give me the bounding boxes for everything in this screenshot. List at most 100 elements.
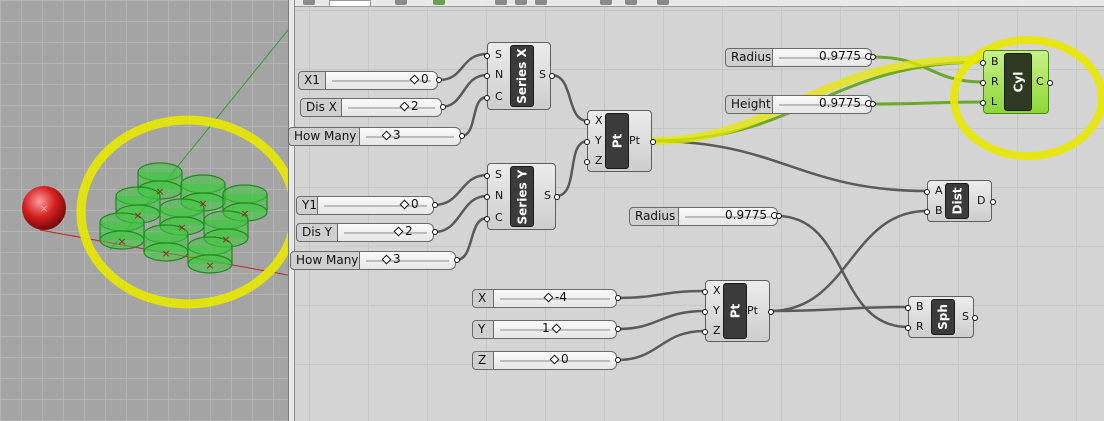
component-series-y[interactable]: Series YSNCS bbox=[484, 163, 560, 230]
slider-grip-icon[interactable] bbox=[543, 292, 554, 302]
output-grip-icon[interactable] bbox=[972, 315, 978, 321]
rhino-viewport[interactable]: × × × × × × × × × × bbox=[0, 0, 288, 421]
output-grip-icon[interactable] bbox=[459, 133, 465, 139]
input-grip-icon[interactable] bbox=[905, 305, 911, 311]
input-grip-icon[interactable] bbox=[924, 209, 930, 215]
input-grip-icon[interactable] bbox=[484, 73, 490, 79]
output-grip-icon[interactable] bbox=[436, 77, 442, 83]
input-label: A bbox=[935, 184, 943, 197]
output-grip-icon[interactable] bbox=[432, 202, 438, 208]
component-pt2[interactable]: Pt X Y Z Pt bbox=[702, 280, 774, 342]
slider-bar[interactable] bbox=[342, 98, 442, 117]
input-label: L bbox=[991, 95, 998, 108]
output-grip-icon[interactable] bbox=[776, 213, 782, 219]
output-grip-icon[interactable] bbox=[554, 194, 560, 200]
input-grip-icon[interactable] bbox=[484, 95, 490, 101]
slider-label: Dis X bbox=[300, 98, 342, 117]
input-grip-icon[interactable] bbox=[484, 53, 490, 59]
output-grip-icon[interactable] bbox=[615, 326, 621, 332]
input-grip-icon[interactable] bbox=[905, 325, 911, 331]
slider-label: X1 bbox=[298, 71, 326, 90]
output-grip-icon[interactable] bbox=[768, 309, 774, 315]
input-grip-icon[interactable] bbox=[484, 216, 490, 222]
input-label: Z bbox=[713, 324, 721, 337]
output-grip-icon[interactable] bbox=[870, 54, 876, 60]
component-name: Pt bbox=[723, 283, 747, 339]
toolbar-icon[interactable] bbox=[625, 0, 637, 5]
component-name: Series Y bbox=[510, 166, 534, 227]
slider-grip-icon[interactable] bbox=[399, 101, 410, 111]
slider-grip-icon[interactable] bbox=[381, 254, 392, 264]
output-grip-icon[interactable] bbox=[870, 101, 876, 107]
input-label: Y bbox=[713, 304, 720, 317]
slider-value: 0 bbox=[548, 351, 569, 368]
component-name: Series X bbox=[510, 45, 534, 107]
input-label: B bbox=[916, 300, 924, 313]
input-grip-icon[interactable] bbox=[484, 173, 490, 179]
slider-bar[interactable] bbox=[338, 223, 434, 242]
output-grip-icon[interactable] bbox=[615, 357, 621, 363]
component-sph[interactable]: Sph B R S bbox=[905, 296, 978, 338]
viewport-geometry: × × × × × × × × × × bbox=[22, 29, 288, 309]
slider-label: Y1 bbox=[296, 196, 318, 215]
component-series-x[interactable]: Series XSNCS bbox=[484, 42, 555, 110]
output-grip-icon[interactable] bbox=[432, 229, 438, 235]
slider-grip-icon[interactable] bbox=[551, 323, 562, 333]
toolbar-zoom-field[interactable] bbox=[329, 0, 371, 7]
component-pt1[interactable]: Pt X Y Z Pt bbox=[584, 110, 656, 172]
svg-text:×: × bbox=[240, 207, 249, 220]
output-grip-icon[interactable] bbox=[440, 104, 446, 110]
output-grip-icon[interactable] bbox=[615, 295, 621, 301]
svg-text:×: × bbox=[133, 209, 142, 222]
component-dist[interactable]: Dist A B D bbox=[924, 180, 996, 222]
input-grip-icon[interactable] bbox=[924, 189, 930, 195]
input-grip-icon[interactable] bbox=[702, 329, 708, 335]
input-grip-icon[interactable] bbox=[980, 80, 986, 86]
output-grip-icon[interactable] bbox=[990, 199, 996, 205]
panel-splitter[interactable] bbox=[288, 0, 295, 421]
output-grip-icon[interactable] bbox=[454, 257, 460, 263]
slider-grip-icon[interactable] bbox=[409, 74, 420, 84]
svg-text:×: × bbox=[161, 247, 170, 260]
slider-bar[interactable] bbox=[360, 127, 461, 146]
slider-grip-icon[interactable] bbox=[399, 199, 410, 209]
slider-bar[interactable] bbox=[360, 251, 456, 270]
input-label: Z bbox=[595, 154, 603, 167]
slider-grip-icon[interactable] bbox=[549, 354, 560, 364]
slider-label: How Manyy bbox=[290, 251, 360, 270]
input-grip-icon[interactable] bbox=[702, 309, 708, 315]
component-cyl[interactable]: Cyl B R L C bbox=[980, 50, 1053, 114]
output-grip-icon[interactable] bbox=[1047, 80, 1053, 86]
slider-value: -4 bbox=[542, 289, 567, 306]
input-grip-icon[interactable] bbox=[584, 119, 590, 125]
input-grip-icon[interactable] bbox=[584, 139, 590, 145]
input-grip-icon[interactable] bbox=[702, 289, 708, 295]
toolbar-icon[interactable] bbox=[395, 0, 407, 5]
canvas-toolbar bbox=[295, 0, 1104, 7]
toolbar-icon[interactable] bbox=[657, 0, 669, 5]
svg-text:×: × bbox=[117, 235, 126, 248]
toolbar-icon[interactable] bbox=[600, 0, 612, 5]
toolbar-icon[interactable] bbox=[515, 0, 527, 5]
input-label: S bbox=[495, 48, 502, 61]
toolbar-icon[interactable] bbox=[495, 0, 507, 5]
input-grip-icon[interactable] bbox=[980, 100, 986, 106]
slider-label: X bbox=[472, 289, 494, 308]
slider-grip-icon[interactable] bbox=[381, 130, 392, 140]
input-grip-icon[interactable] bbox=[584, 159, 590, 165]
output-grip-icon[interactable] bbox=[650, 139, 656, 145]
toolbar-icon[interactable] bbox=[535, 0, 547, 5]
slider-label: Height bbox=[725, 95, 773, 114]
input-grip-icon[interactable] bbox=[980, 60, 986, 66]
output-grip-icon[interactable] bbox=[549, 73, 555, 79]
input-label: B bbox=[991, 55, 999, 68]
slider-label: Radius bbox=[725, 48, 773, 67]
slider-value: 0 bbox=[408, 71, 429, 88]
output-label: D bbox=[977, 194, 986, 207]
output-label: S bbox=[539, 68, 546, 81]
toolbar-icon[interactable] bbox=[303, 0, 315, 5]
slider-grip-icon[interactable] bbox=[393, 226, 404, 236]
toolbar-icon[interactable] bbox=[433, 0, 445, 5]
input-label: C bbox=[495, 211, 503, 224]
input-grip-icon[interactable] bbox=[484, 194, 490, 200]
